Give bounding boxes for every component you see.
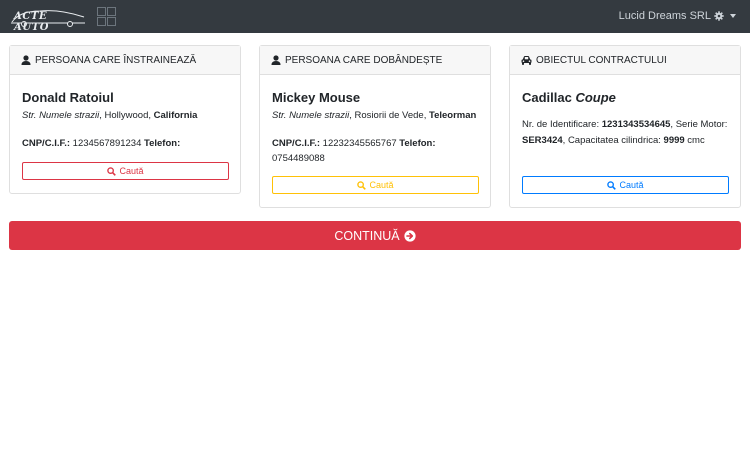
vehicle-vin-value: 1231343534645	[601, 119, 671, 130]
search-icon	[607, 180, 617, 190]
buyer-id-info: CNP/C.I.F.: 12232345565767 Telefon: 07544…	[272, 136, 478, 166]
user-icon	[271, 55, 281, 65]
brand-logo[interactable]: ACTE AUTO	[10, 7, 86, 33]
seller-card-title: PERSOANA CARE ÎNSTRAINEAZĂ	[35, 54, 197, 66]
vehicle-capacity-unit: cmc	[684, 135, 705, 146]
vehicle-model: Coupe	[575, 90, 616, 105]
buyer-search-label: Caută	[369, 180, 394, 190]
buyer-address: Str. Numele strazii, Rosiorii de Vede, T…	[272, 109, 478, 122]
seller-city: , Hollywood,	[99, 110, 154, 121]
seller-id-info: CNP/C.I.F.: 1234567891234 Telefon:	[22, 136, 228, 151]
vehicle-capacity-value: 9999	[663, 135, 685, 146]
buyer-phone-label: Telefon:	[399, 138, 436, 149]
buyer-card-header: PERSOANA CARE DOBÂNDEȘTE	[260, 46, 490, 75]
caret-down-icon	[730, 14, 736, 18]
vehicle-search-label: Caută	[619, 180, 644, 190]
buyer-street: Str. Numele strazii	[272, 110, 350, 121]
vehicle-make: Cadillac	[522, 90, 576, 105]
gear-icon	[714, 11, 724, 21]
buyer-name: Mickey Mouse	[272, 90, 361, 105]
buyer-cnp-value: 12232345565767	[320, 138, 400, 149]
seller-cnp-label: CNP/C.I.F.:	[22, 138, 71, 149]
continue-button[interactable]: CONTINUĂ	[9, 221, 741, 250]
buyer-card: PERSOANA CARE DOBÂNDEȘTE Mickey Mouse St…	[259, 45, 491, 208]
vehicle-card-title: OBIECTUL CONTRACTULUI	[536, 54, 667, 66]
continue-label: CONTINUĂ	[334, 228, 400, 243]
seller-search-button[interactable]: Caută	[22, 162, 229, 180]
vehicle-engine-value: SER3424	[522, 135, 563, 146]
search-icon	[107, 166, 117, 176]
seller-address: Str. Numele strazii, Hollywood, Californ…	[22, 109, 228, 122]
vehicle-vin-label: Nr. de Identificare:	[522, 119, 602, 130]
apps-grid-icon[interactable]	[97, 7, 116, 26]
user-name: Lucid Dreams SRL	[618, 10, 711, 22]
user-menu-dropdown[interactable]: Lucid Dreams SRL	[619, 10, 736, 22]
buyer-cnp-label: CNP/C.I.F.:	[272, 138, 321, 149]
vehicle-card: OBIECTUL CONTRACTULUI Cadillac Coupe Nr.…	[509, 45, 741, 208]
seller-search-label: Caută	[119, 166, 144, 176]
vehicle-engine-label: , Serie Motor:	[670, 119, 728, 130]
seller-region: California	[153, 110, 198, 121]
buyer-card-title: PERSOANA CARE DOBÂNDEȘTE	[285, 54, 443, 66]
seller-name: Donald Ratoiul	[22, 90, 114, 105]
user-icon	[21, 55, 31, 65]
seller-street: Str. Numele strazii	[22, 110, 100, 121]
vehicle-details: Nr. de Identificare: 1231343534645, Seri…	[522, 117, 728, 149]
seller-card-header: PERSOANA CARE ÎNSTRAINEAZĂ	[10, 46, 240, 75]
buyer-search-button[interactable]: Caută	[272, 176, 479, 194]
buyer-phone-value: 0754489088	[272, 153, 325, 164]
buyer-city: , Rosiorii de Vede,	[349, 110, 429, 121]
seller-card: PERSOANA CARE ÎNSTRAINEAZĂ Donald Ratoiu…	[9, 45, 241, 194]
logo-text: ACTE AUTO	[14, 11, 50, 33]
seller-phone-label: Telefon:	[144, 138, 181, 149]
top-navbar: ACTE AUTO Lucid Dreams SRL	[0, 0, 750, 33]
arrow-circle-right-icon	[404, 229, 416, 242]
vehicle-capacity-label: , Capacitatea cilindrica:	[562, 135, 664, 146]
vehicle-card-header: OBIECTUL CONTRACTULUI	[510, 46, 740, 75]
car-icon	[521, 56, 532, 65]
buyer-region: Teleorman	[429, 110, 477, 121]
vehicle-search-button[interactable]: Caută	[522, 176, 729, 194]
seller-cnp-value: 1234567891234	[70, 138, 144, 149]
search-icon	[357, 180, 367, 190]
vehicle-name: Cadillac Coupe	[522, 90, 728, 105]
